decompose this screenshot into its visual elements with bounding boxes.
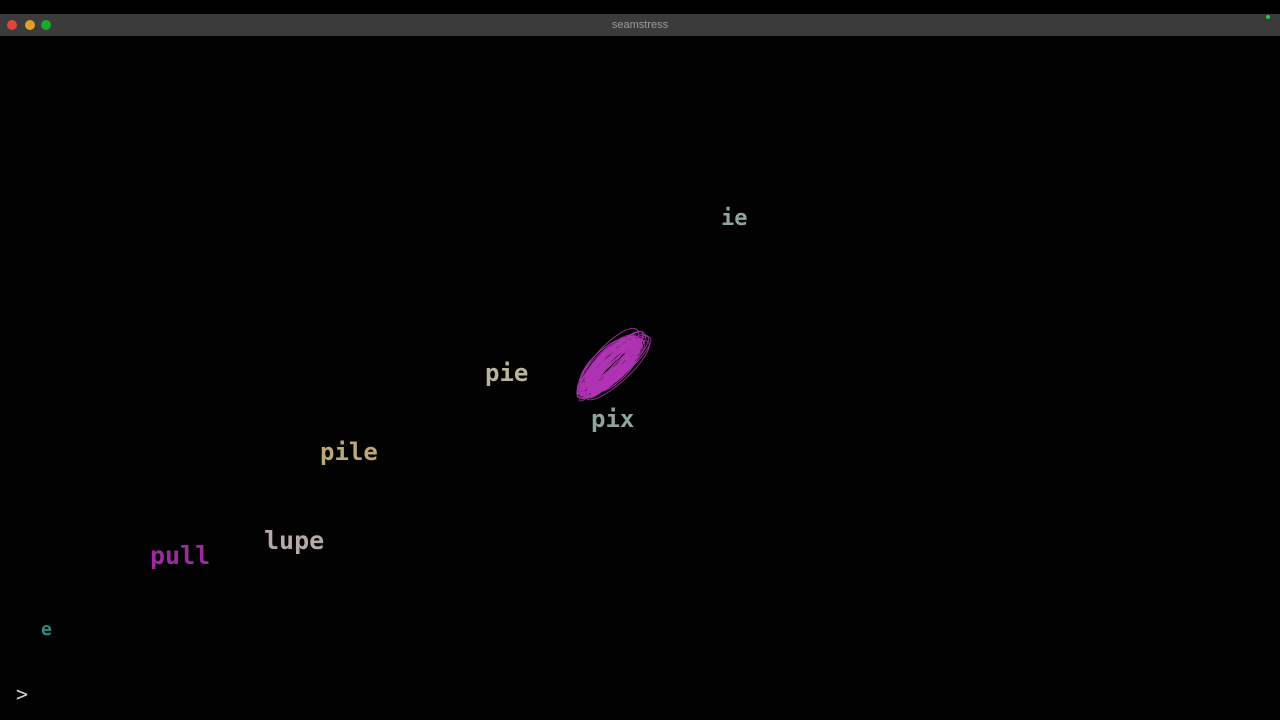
canvas-word-pull: pull (150, 541, 211, 570)
canvas-word-pile: pile (320, 438, 378, 466)
canvas-word-pix: pix (591, 405, 635, 433)
canvas-word-lupe: lupe (264, 526, 325, 555)
window-titlebar[interactable]: seamstress (0, 14, 1280, 37)
status-dot-icon (1266, 15, 1270, 19)
command-prompt[interactable]: > (16, 682, 28, 706)
desktop-background (0, 0, 1280, 14)
canvas-word-ie: ie (721, 206, 748, 231)
scribble-drawing (576, 327, 652, 402)
canvas-word-pie: pie (485, 359, 529, 387)
seamstress-canvas[interactable]: ie pie pix pile lupe pull e > (0, 36, 1280, 720)
canvas-word-e: e (41, 619, 52, 640)
window-title: seamstress (611, 19, 669, 31)
seamstress-window: seamstress ie pie pix pile lupe pull e > (0, 14, 1280, 720)
